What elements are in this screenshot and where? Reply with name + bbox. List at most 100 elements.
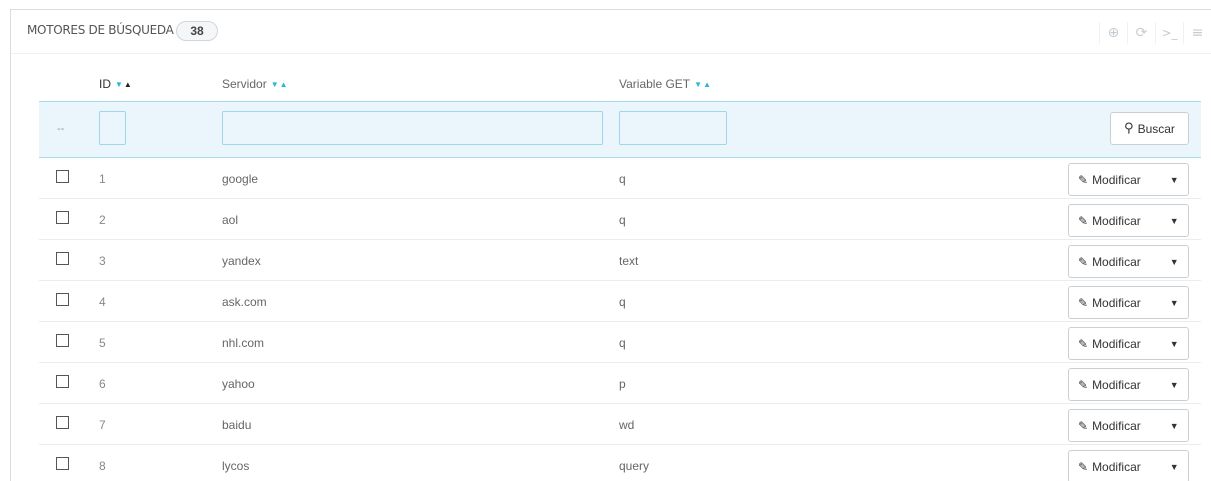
count-badge: 38 bbox=[176, 21, 218, 41]
table-row: 4 ask.com q ✎ Modificar ▼ bbox=[39, 281, 1201, 322]
edit-button[interactable]: ✎ Modificar bbox=[1069, 460, 1161, 474]
cell-server: baidu bbox=[222, 418, 252, 432]
sort-desc-icon[interactable]: ▼ bbox=[271, 80, 279, 89]
sort-desc-icon[interactable]: ▼ bbox=[694, 80, 702, 89]
column-label-id: ID bbox=[99, 77, 111, 91]
cell-id: 5 bbox=[99, 336, 106, 350]
row-actions: ✎ Modificar ▼ bbox=[1068, 327, 1189, 360]
edit-button[interactable]: ✎ Modificar bbox=[1069, 378, 1161, 392]
row-checkbox[interactable] bbox=[56, 293, 69, 306]
pencil-icon: ✎ bbox=[1078, 377, 1089, 392]
chevron-down-icon[interactable]: ▼ bbox=[1161, 298, 1189, 308]
table-row: 3 yandex text ✎ Modificar ▼ bbox=[39, 240, 1201, 281]
row-actions: ✎ Modificar ▼ bbox=[1068, 368, 1189, 401]
table-row: 2 aol q ✎ Modificar ▼ bbox=[39, 199, 1201, 240]
edit-button[interactable]: ✎ Modificar bbox=[1069, 173, 1161, 187]
row-checkbox[interactable] bbox=[56, 334, 69, 347]
cell-id: 2 bbox=[99, 213, 106, 227]
refresh-icon[interactable]: ⟳ bbox=[1127, 22, 1155, 44]
add-icon[interactable]: ⊕ bbox=[1099, 22, 1127, 44]
cell-getvar: q bbox=[619, 295, 626, 309]
panel-toolbar: ⊕ ⟳ >_ ≡ bbox=[1099, 22, 1211, 44]
pencil-icon: ✎ bbox=[1078, 172, 1089, 187]
table-row: 8 lycos query ✎ Modificar ▼ bbox=[39, 445, 1201, 481]
cell-id: 6 bbox=[99, 377, 106, 391]
pencil-icon: ✎ bbox=[1078, 459, 1089, 474]
cell-getvar: query bbox=[619, 459, 650, 473]
row-actions: ✎ Modificar ▼ bbox=[1068, 409, 1189, 442]
edit-button-label: Modificar bbox=[1092, 336, 1141, 351]
cell-server: ask.com bbox=[222, 295, 267, 309]
table-header: ID ▼ ▲ Servidor ▼ ▲ Variable GET ▼ ▲ bbox=[39, 66, 1201, 101]
column-header-server: Servidor ▼ ▲ bbox=[222, 77, 288, 91]
column-header-getvar: Variable GET ▼ ▲ bbox=[619, 77, 711, 91]
filter-dash: -- bbox=[57, 123, 65, 135]
panel-heading: MOTORES DE BÚSQUEDA 38 ⊕ ⟳ >_ ≡ bbox=[11, 10, 1211, 54]
chevron-down-icon[interactable]: ▼ bbox=[1161, 380, 1189, 390]
edit-button-label: Modificar bbox=[1092, 459, 1141, 474]
filter-id-input[interactable] bbox=[99, 111, 126, 145]
pencil-icon: ✎ bbox=[1078, 336, 1089, 351]
cell-getvar: text bbox=[619, 254, 639, 268]
row-actions: ✎ Modificar ▼ bbox=[1068, 245, 1189, 278]
row-checkbox[interactable] bbox=[56, 416, 69, 429]
sort-controls-id: ▼ ▲ bbox=[115, 80, 132, 89]
search-button[interactable]: ⚲ Buscar bbox=[1110, 112, 1189, 145]
cell-getvar: q bbox=[619, 172, 626, 186]
chevron-down-icon[interactable]: ▼ bbox=[1161, 216, 1189, 226]
pencil-icon: ✎ bbox=[1078, 418, 1089, 433]
search-icon: ⚲ bbox=[1124, 121, 1134, 136]
edit-button-label: Modificar bbox=[1092, 254, 1141, 269]
sort-asc-icon[interactable]: ▲ bbox=[280, 80, 288, 89]
cell-id: 4 bbox=[99, 295, 106, 309]
edit-button-label: Modificar bbox=[1092, 213, 1141, 228]
edit-button[interactable]: ✎ Modificar bbox=[1069, 296, 1161, 310]
row-checkbox[interactable] bbox=[56, 375, 69, 388]
cell-server: yandex bbox=[222, 254, 261, 268]
filter-getvar-input[interactable] bbox=[619, 111, 727, 145]
sql-terminal-icon[interactable]: >_ bbox=[1155, 22, 1183, 44]
pencil-icon: ✎ bbox=[1078, 254, 1089, 269]
sort-controls-getvar: ▼ ▲ bbox=[694, 80, 711, 89]
edit-button-label: Modificar bbox=[1092, 295, 1141, 310]
panel-title: MOTORES DE BÚSQUEDA bbox=[27, 23, 174, 37]
edit-button[interactable]: ✎ Modificar bbox=[1069, 255, 1161, 269]
table-row: 5 nhl.com q ✎ Modificar ▼ bbox=[39, 322, 1201, 363]
search-engines-panel: MOTORES DE BÚSQUEDA 38 ⊕ ⟳ >_ ≡ ID ▼ ▲ Se… bbox=[10, 9, 1211, 481]
cell-id: 1 bbox=[99, 172, 106, 186]
chevron-down-icon[interactable]: ▼ bbox=[1161, 421, 1189, 431]
chevron-down-icon[interactable]: ▼ bbox=[1161, 257, 1189, 267]
chevron-down-icon[interactable]: ▼ bbox=[1161, 339, 1189, 349]
row-checkbox[interactable] bbox=[56, 211, 69, 224]
sort-asc-icon[interactable]: ▲ bbox=[124, 80, 132, 89]
database-icon[interactable]: ≡ bbox=[1183, 22, 1211, 44]
row-actions: ✎ Modificar ▼ bbox=[1068, 286, 1189, 319]
row-actions: ✎ Modificar ▼ bbox=[1068, 204, 1189, 237]
cell-getvar: q bbox=[619, 336, 626, 350]
search-button-label: Buscar bbox=[1137, 121, 1175, 136]
pencil-icon: ✎ bbox=[1078, 295, 1089, 310]
row-checkbox[interactable] bbox=[56, 252, 69, 265]
sort-controls-server: ▼ ▲ bbox=[271, 80, 288, 89]
cell-getvar: q bbox=[619, 213, 626, 227]
sort-asc-icon[interactable]: ▲ bbox=[703, 80, 711, 89]
filter-row: -- ⚲ Buscar bbox=[39, 101, 1201, 158]
cell-server: lycos bbox=[222, 459, 250, 473]
table-row: 6 yahoo p ✎ Modificar ▼ bbox=[39, 363, 1201, 404]
pencil-icon: ✎ bbox=[1078, 213, 1089, 228]
cell-server: aol bbox=[222, 213, 239, 227]
edit-button[interactable]: ✎ Modificar bbox=[1069, 419, 1161, 433]
chevron-down-icon[interactable]: ▼ bbox=[1161, 175, 1189, 185]
filter-server-input[interactable] bbox=[222, 111, 603, 145]
sort-desc-icon[interactable]: ▼ bbox=[115, 80, 123, 89]
edit-button[interactable]: ✎ Modificar bbox=[1069, 214, 1161, 228]
cell-id: 7 bbox=[99, 418, 106, 432]
column-header-id: ID ▼ ▲ bbox=[99, 77, 132, 91]
edit-button[interactable]: ✎ Modificar bbox=[1069, 337, 1161, 351]
table-body: 1 google q ✎ Modificar ▼ 2 aol q ✎ Modificar ▼ 3 yand… bbox=[39, 158, 1201, 481]
chevron-down-icon[interactable]: ▼ bbox=[1161, 462, 1189, 472]
edit-button-label: Modificar bbox=[1092, 377, 1141, 392]
table-row: 1 google q ✎ Modificar ▼ bbox=[39, 158, 1201, 199]
row-checkbox[interactable] bbox=[56, 170, 69, 183]
row-checkbox[interactable] bbox=[56, 457, 69, 470]
